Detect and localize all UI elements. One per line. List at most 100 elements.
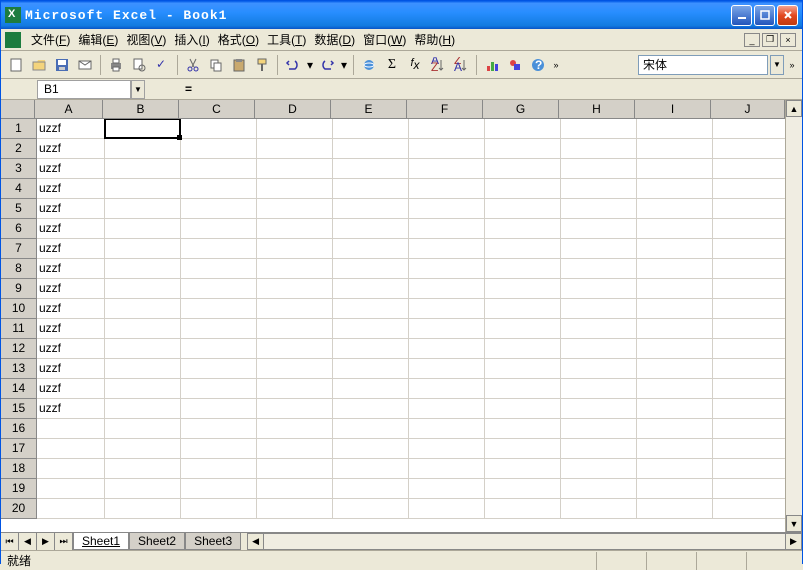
- mdi-minimize-button[interactable]: _: [744, 33, 760, 47]
- cell-E9[interactable]: [333, 279, 409, 299]
- cell-I5[interactable]: [637, 199, 713, 219]
- row-header-4[interactable]: 4: [1, 179, 37, 199]
- menu-h[interactable]: 帮助(H): [410, 29, 459, 50]
- cell-A8[interactable]: uzzf: [37, 259, 105, 279]
- menu-v[interactable]: 视图(V): [122, 29, 170, 50]
- row-header-15[interactable]: 15: [1, 399, 37, 419]
- cell-A11[interactable]: uzzf: [37, 319, 105, 339]
- column-header-H[interactable]: H: [559, 100, 635, 119]
- cell-I1[interactable]: [637, 119, 713, 139]
- cell-D8[interactable]: [257, 259, 333, 279]
- cell-F20[interactable]: [409, 499, 485, 519]
- sort-asc-button[interactable]: AZ: [427, 54, 449, 76]
- cell-I11[interactable]: [637, 319, 713, 339]
- cell-F15[interactable]: [409, 399, 485, 419]
- cell-C6[interactable]: [181, 219, 257, 239]
- column-header-F[interactable]: F: [407, 100, 483, 119]
- cell-C18[interactable]: [181, 459, 257, 479]
- column-header-C[interactable]: C: [179, 100, 255, 119]
- cell-H7[interactable]: [561, 239, 637, 259]
- cell-F16[interactable]: [409, 419, 485, 439]
- cell-C3[interactable]: [181, 159, 257, 179]
- save-button[interactable]: [51, 54, 73, 76]
- cell-G4[interactable]: [485, 179, 561, 199]
- cell-B18[interactable]: [105, 459, 181, 479]
- cell-D5[interactable]: [257, 199, 333, 219]
- cell-A17[interactable]: [37, 439, 105, 459]
- cell-F10[interactable]: [409, 299, 485, 319]
- cell-D16[interactable]: [257, 419, 333, 439]
- row-header-12[interactable]: 12: [1, 339, 37, 359]
- cell-E15[interactable]: [333, 399, 409, 419]
- cell-B17[interactable]: [105, 439, 181, 459]
- row-header-6[interactable]: 6: [1, 219, 37, 239]
- cell-D17[interactable]: [257, 439, 333, 459]
- cell-C14[interactable]: [181, 379, 257, 399]
- row-header-5[interactable]: 5: [1, 199, 37, 219]
- cell-F1[interactable]: [409, 119, 485, 139]
- cell-G20[interactable]: [485, 499, 561, 519]
- close-button[interactable]: [777, 5, 798, 26]
- cell-C1[interactable]: [181, 119, 257, 139]
- cell-J3[interactable]: [713, 159, 785, 179]
- cell-I18[interactable]: [637, 459, 713, 479]
- cell-G13[interactable]: [485, 359, 561, 379]
- cell-G19[interactable]: [485, 479, 561, 499]
- cell-J18[interactable]: [713, 459, 785, 479]
- menu-i[interactable]: 插入(I): [170, 29, 213, 50]
- scroll-right-button[interactable]: ▶: [785, 533, 802, 550]
- cell-C17[interactable]: [181, 439, 257, 459]
- cell-H11[interactable]: [561, 319, 637, 339]
- cell-F8[interactable]: [409, 259, 485, 279]
- cell-I7[interactable]: [637, 239, 713, 259]
- cell-E4[interactable]: [333, 179, 409, 199]
- cell-F7[interactable]: [409, 239, 485, 259]
- scroll-left-button[interactable]: ◀: [247, 533, 264, 550]
- row-header-10[interactable]: 10: [1, 299, 37, 319]
- cell-C10[interactable]: [181, 299, 257, 319]
- print-preview-button[interactable]: [128, 54, 150, 76]
- cell-A7[interactable]: uzzf: [37, 239, 105, 259]
- cell-E1[interactable]: [333, 119, 409, 139]
- cut-button[interactable]: [182, 54, 204, 76]
- cell-A16[interactable]: [37, 419, 105, 439]
- cell-A3[interactable]: uzzf: [37, 159, 105, 179]
- redo-dropdown[interactable]: ▾: [339, 54, 349, 76]
- cell-E10[interactable]: [333, 299, 409, 319]
- font-name-box[interactable]: 宋体: [638, 55, 768, 75]
- cell-I19[interactable]: [637, 479, 713, 499]
- cell-G11[interactable]: [485, 319, 561, 339]
- cell-I20[interactable]: [637, 499, 713, 519]
- cell-E13[interactable]: [333, 359, 409, 379]
- cell-C7[interactable]: [181, 239, 257, 259]
- cell-H8[interactable]: [561, 259, 637, 279]
- cell-C9[interactable]: [181, 279, 257, 299]
- cell-B11[interactable]: [105, 319, 181, 339]
- row-header-9[interactable]: 9: [1, 279, 37, 299]
- cell-I12[interactable]: [637, 339, 713, 359]
- cell-G3[interactable]: [485, 159, 561, 179]
- copy-button[interactable]: [205, 54, 227, 76]
- cell-G10[interactable]: [485, 299, 561, 319]
- cell-B12[interactable]: [105, 339, 181, 359]
- cell-B1[interactable]: [105, 119, 181, 139]
- cell-B8[interactable]: [105, 259, 181, 279]
- cell-F9[interactable]: [409, 279, 485, 299]
- font-name-dropdown[interactable]: ▼: [770, 55, 784, 75]
- row-header-11[interactable]: 11: [1, 319, 37, 339]
- cell-J5[interactable]: [713, 199, 785, 219]
- cell-C11[interactable]: [181, 319, 257, 339]
- row-header-7[interactable]: 7: [1, 239, 37, 259]
- cell-G16[interactable]: [485, 419, 561, 439]
- column-header-A[interactable]: A: [35, 100, 103, 119]
- format-painter-button[interactable]: [251, 54, 273, 76]
- cell-J10[interactable]: [713, 299, 785, 319]
- tab-nav-last[interactable]: ⏭: [55, 533, 73, 550]
- undo-dropdown[interactable]: ▾: [305, 54, 315, 76]
- cell-F12[interactable]: [409, 339, 485, 359]
- cell-J14[interactable]: [713, 379, 785, 399]
- cell-G8[interactable]: [485, 259, 561, 279]
- cell-E2[interactable]: [333, 139, 409, 159]
- cell-H5[interactable]: [561, 199, 637, 219]
- select-all-corner[interactable]: [1, 100, 35, 119]
